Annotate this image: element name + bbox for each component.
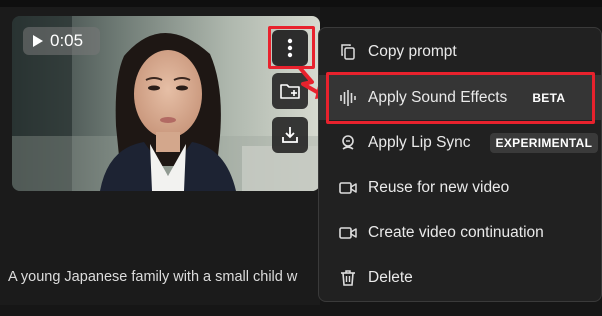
menu-item-label: Create video continuation — [368, 223, 544, 241]
more-button-highlight — [268, 26, 315, 69]
lips-icon — [339, 134, 357, 152]
duration-label: 0:05 — [50, 31, 84, 50]
sound-effects-highlight — [326, 72, 595, 124]
download-button[interactable] — [272, 117, 308, 153]
menu-item-reuse-for-new-video[interactable]: Reuse for new video — [319, 165, 601, 210]
context-menu: Copy prompt Apply Sound Effects BETA App… — [318, 27, 602, 302]
video-camera-icon — [339, 179, 357, 197]
menu-item-label: Delete — [368, 268, 413, 286]
video-camera-icon — [339, 224, 357, 242]
download-icon — [282, 127, 298, 143]
copy-icon — [339, 43, 357, 61]
experimental-badge: EXPERIMENTAL — [489, 132, 599, 153]
video-prompt-text: A young Japanese family with a small chi… — [8, 269, 298, 285]
top-bar — [0, 0, 602, 7]
menu-item-delete[interactable]: Delete — [319, 255, 601, 300]
play-icon — [33, 35, 43, 47]
app-page: 0:05 A young Japanese family with a smal… — [0, 0, 602, 316]
trash-icon — [339, 269, 357, 287]
menu-item-create-video-continuation[interactable]: Create video continuation — [319, 210, 601, 255]
menu-item-label: Reuse for new video — [368, 178, 510, 196]
menu-item-apply-lip-sync[interactable]: Apply Lip Sync EXPERIMENTAL — [319, 120, 601, 165]
menu-item-label: Copy prompt — [368, 42, 457, 60]
menu-item-copy-prompt[interactable]: Copy prompt — [319, 29, 601, 74]
duration-badge[interactable]: 0:05 — [23, 27, 100, 55]
menu-item-label: Apply Lip Sync — [368, 133, 471, 151]
